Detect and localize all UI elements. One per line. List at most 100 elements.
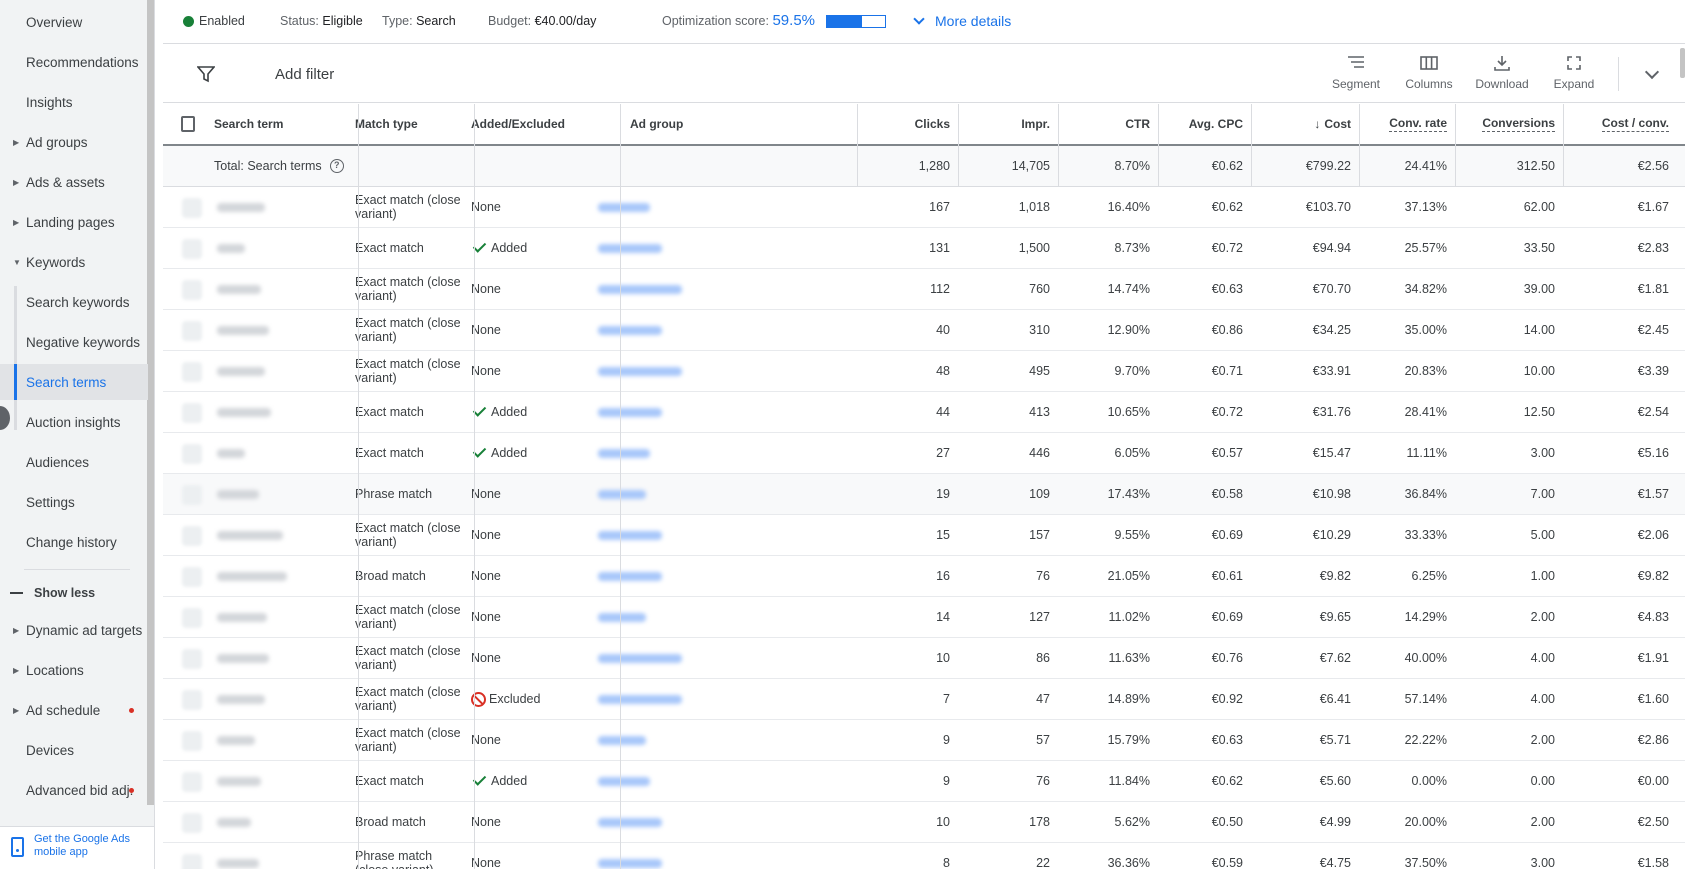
caret-right-icon[interactable]: ▶ bbox=[13, 178, 19, 187]
ad-group-cell[interactable] bbox=[590, 802, 702, 842]
ad-group-link-redacted[interactable] bbox=[598, 736, 646, 745]
columns-button[interactable]: Columns bbox=[1401, 55, 1457, 91]
row-checkbox[interactable] bbox=[182, 854, 202, 869]
ad-group-link-redacted[interactable] bbox=[598, 244, 662, 253]
table-row[interactable]: Exact match (close variant) None 48 495 9.70… bbox=[163, 351, 1685, 392]
header-search-term[interactable]: Search term bbox=[206, 104, 346, 144]
table-row[interactable]: Broad match None 16 76 21.05% €0.61 €9.82 6.25%… bbox=[163, 556, 1685, 597]
sidebar-item-overview[interactable]: Overview bbox=[0, 4, 148, 40]
row-checkbox[interactable] bbox=[182, 403, 202, 423]
ad-group-cell[interactable] bbox=[590, 761, 702, 801]
header-match-type[interactable]: Match type bbox=[347, 104, 463, 144]
ad-group-cell[interactable] bbox=[590, 597, 702, 637]
row-checkbox[interactable] bbox=[182, 772, 202, 792]
table-row[interactable]: Exact match (close variant) Excluded 7 47 14… bbox=[163, 679, 1685, 720]
table-row[interactable]: Phrase match (close variant) None 8 22 36.36… bbox=[163, 843, 1685, 869]
sidebar-item-ad-schedule[interactable]: ▶ Ad schedule bbox=[0, 692, 148, 728]
select-all-checkbox[interactable] bbox=[181, 116, 195, 132]
header-cost-per-conv[interactable]: Cost / conv. bbox=[1563, 104, 1677, 144]
sidebar-item-auction-insights[interactable]: Auction insights bbox=[0, 404, 148, 440]
table-row[interactable]: Exact match (close variant) None 9 57 15.79%… bbox=[163, 720, 1685, 761]
mobile-app-link[interactable]: Get the Google Ads mobile app bbox=[0, 826, 154, 869]
segment-button[interactable]: Segment bbox=[1328, 55, 1384, 91]
table-row[interactable]: Exact match (close variant) None 10 86 11.63… bbox=[163, 638, 1685, 679]
ad-group-cell[interactable] bbox=[590, 515, 702, 555]
filter-icon[interactable] bbox=[197, 65, 215, 83]
table-scrollbar[interactable] bbox=[1680, 48, 1685, 78]
caret-right-icon[interactable]: ▶ bbox=[13, 626, 19, 635]
header-conv-rate[interactable]: Conv. rate bbox=[1359, 104, 1455, 144]
enabled-status[interactable]: Enabled bbox=[199, 14, 245, 28]
sidebar-item-devices[interactable]: Devices bbox=[0, 732, 148, 768]
ad-group-link-redacted[interactable] bbox=[598, 408, 662, 417]
ad-group-link-redacted[interactable] bbox=[598, 490, 646, 499]
row-checkbox[interactable] bbox=[182, 321, 202, 341]
sidebar-item-search-keywords[interactable]: Search keywords bbox=[0, 284, 148, 320]
ad-group-cell[interactable] bbox=[590, 351, 702, 391]
table-row[interactable]: Exact match (close variant) None 112 760 14.… bbox=[163, 269, 1685, 310]
caret-right-icon[interactable]: ▶ bbox=[13, 706, 19, 715]
ad-group-cell[interactable] bbox=[590, 679, 702, 719]
row-checkbox[interactable] bbox=[182, 690, 202, 710]
caret-right-icon[interactable]: ▶ bbox=[13, 218, 19, 227]
sidebar-item-audiences[interactable]: Audiences bbox=[0, 444, 148, 480]
ad-group-link-redacted[interactable] bbox=[598, 326, 662, 335]
sidebar-item-negative-keywords[interactable]: Negative keywords bbox=[0, 324, 148, 360]
ad-group-cell[interactable] bbox=[590, 638, 702, 678]
row-checkbox[interactable] bbox=[182, 813, 202, 833]
row-checkbox[interactable] bbox=[182, 649, 202, 669]
row-checkbox[interactable] bbox=[182, 567, 202, 587]
row-checkbox[interactable] bbox=[182, 608, 202, 628]
sidebar-item-settings[interactable]: Settings bbox=[0, 484, 148, 520]
table-row[interactable]: Exact match Added 27 446 6.05% €0.57 €15.47 11.… bbox=[163, 433, 1685, 474]
expand-button[interactable]: Expand bbox=[1548, 55, 1600, 91]
sidebar-item-keywords[interactable]: ▼ Keywords bbox=[0, 244, 148, 280]
ad-group-link-redacted[interactable] bbox=[598, 203, 650, 212]
sidebar-item-ads-assets[interactable]: ▶ Ads & assets bbox=[0, 164, 148, 200]
sidebar-item-search-terms[interactable]: Search terms bbox=[0, 364, 148, 400]
ad-group-cell[interactable] bbox=[590, 310, 702, 350]
row-checkbox[interactable] bbox=[182, 485, 202, 505]
sidebar-item-change-history[interactable]: Change history bbox=[0, 524, 148, 560]
table-row[interactable]: Broad match None 10 178 5.62% €0.50 €4.99 20.00… bbox=[163, 802, 1685, 843]
ad-group-link-redacted[interactable] bbox=[598, 367, 682, 376]
row-checkbox[interactable] bbox=[182, 526, 202, 546]
table-row[interactable]: Exact match (close variant) None 14 127 11.0… bbox=[163, 597, 1685, 638]
ad-group-cell[interactable] bbox=[590, 269, 702, 309]
caret-right-icon[interactable]: ▶ bbox=[13, 666, 19, 675]
ad-group-cell[interactable] bbox=[590, 433, 702, 473]
header-clicks[interactable]: Clicks bbox=[857, 104, 958, 144]
ad-group-link-redacted[interactable] bbox=[598, 777, 650, 786]
ad-group-cell[interactable] bbox=[590, 187, 702, 227]
sidebar-item-advanced-bid-adj-[interactable]: Advanced bid adj. bbox=[0, 772, 148, 808]
table-row[interactable]: Exact match Added 131 1,500 8.73% €0.72 €94.94… bbox=[163, 228, 1685, 269]
row-checkbox[interactable] bbox=[182, 198, 202, 218]
row-checkbox[interactable] bbox=[182, 731, 202, 751]
ad-group-link-redacted[interactable] bbox=[598, 572, 662, 581]
help-icon[interactable]: ? bbox=[329, 159, 344, 173]
show-less-button[interactable]: Show less bbox=[0, 579, 148, 607]
sidebar-item-ad-groups[interactable]: ▶ Ad groups bbox=[0, 124, 148, 160]
row-checkbox[interactable] bbox=[182, 444, 202, 464]
header-ctr[interactable]: CTR bbox=[1058, 104, 1158, 144]
table-row[interactable]: Exact match (close variant) None 15 157 9.55… bbox=[163, 515, 1685, 556]
ad-group-link-redacted[interactable] bbox=[598, 449, 650, 458]
chevron-down-icon[interactable] bbox=[1644, 64, 1660, 80]
header-avg-cpc[interactable]: Avg. CPC bbox=[1158, 104, 1251, 144]
ad-group-cell[interactable] bbox=[590, 556, 702, 596]
add-filter-button[interactable]: Add filter bbox=[275, 66, 334, 83]
ad-group-cell[interactable] bbox=[590, 843, 702, 869]
ad-group-cell[interactable] bbox=[590, 392, 702, 432]
header-cost[interactable]: ↓ Cost bbox=[1251, 104, 1359, 144]
header-conversions[interactable]: Conversions bbox=[1455, 104, 1563, 144]
row-checkbox[interactable] bbox=[182, 239, 202, 259]
ad-group-link-redacted[interactable] bbox=[598, 654, 682, 663]
row-checkbox[interactable] bbox=[182, 280, 202, 300]
header-ad-group[interactable]: Ad group bbox=[622, 104, 842, 144]
download-button[interactable]: Download bbox=[1469, 55, 1535, 91]
ad-group-cell[interactable] bbox=[590, 474, 702, 514]
sidebar-item-locations[interactable]: ▶ Locations bbox=[0, 652, 148, 688]
optimization-score[interactable]: Optimization score: 59.5% bbox=[662, 12, 815, 29]
caret-right-icon[interactable]: ▶ bbox=[13, 138, 19, 147]
ad-group-link-redacted[interactable] bbox=[598, 285, 682, 294]
